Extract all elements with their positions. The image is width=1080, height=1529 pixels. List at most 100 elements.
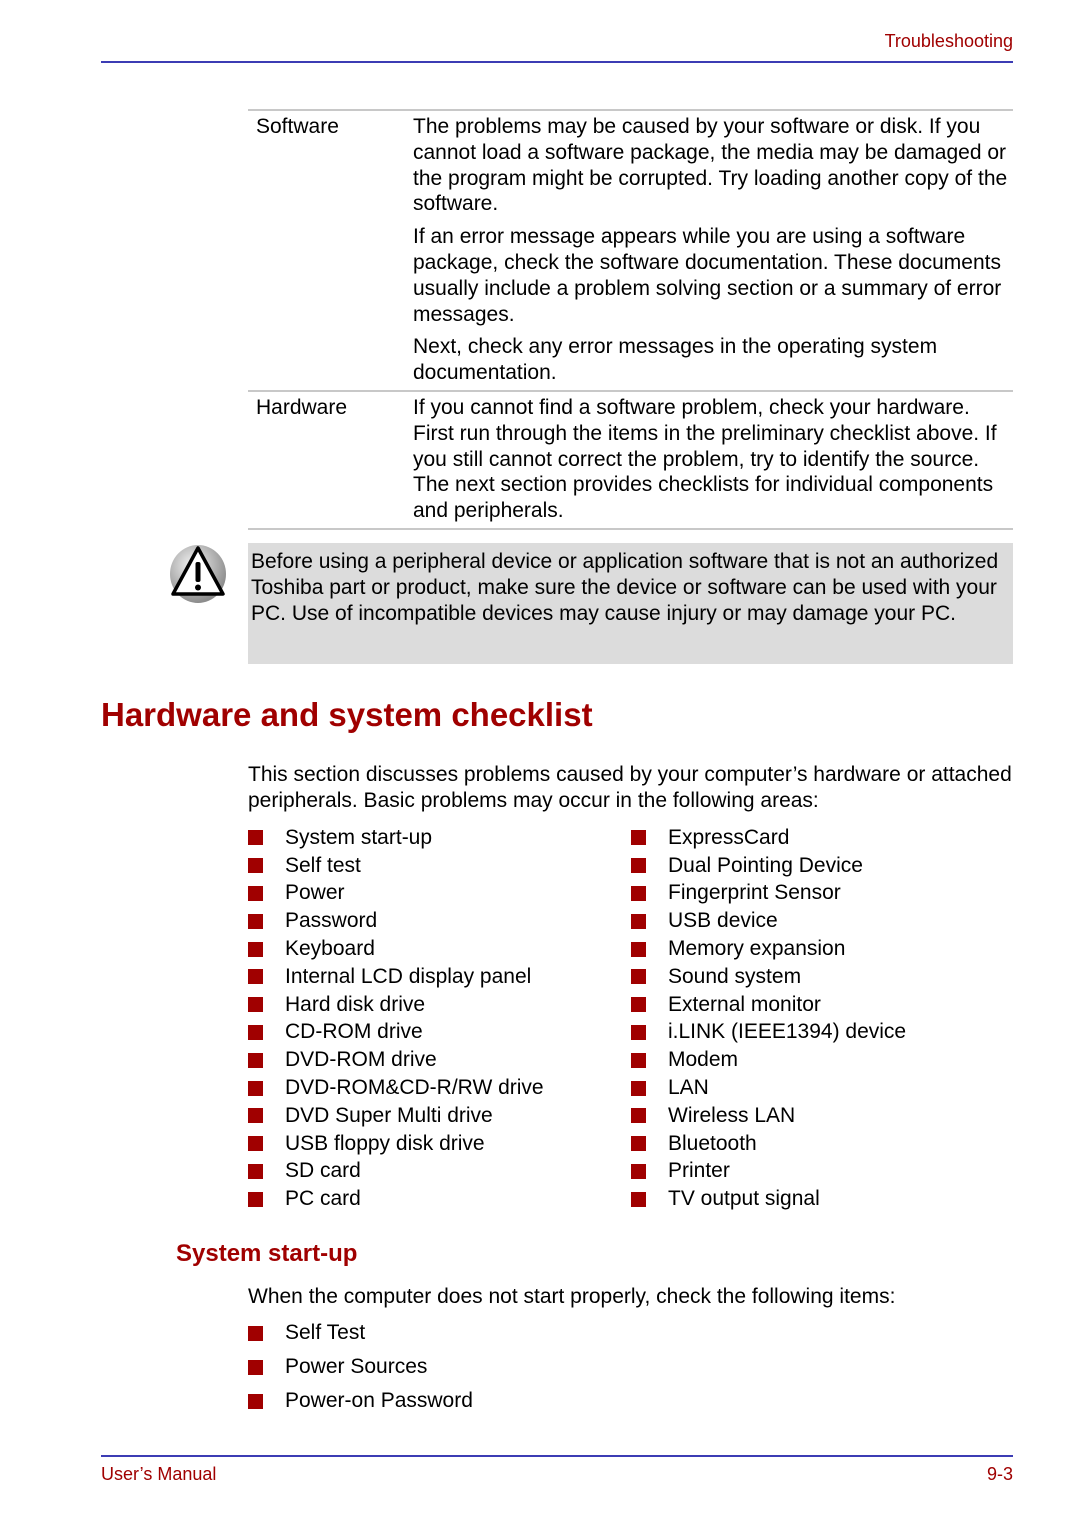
square-bullet-icon [631, 1108, 646, 1124]
square-bullet-icon [631, 1052, 646, 1068]
list-item-label: Password [285, 909, 378, 933]
square-bullet-icon [248, 1136, 263, 1152]
troubleshooting-table: Software The problems may be caused by y… [248, 109, 1013, 530]
square-bullet-icon [248, 1359, 263, 1375]
square-bullet-icon [248, 1325, 263, 1341]
square-bullet-icon [631, 1191, 646, 1207]
list-item-label: TV output signal [668, 1187, 820, 1211]
subsection-heading: System start-up [176, 1240, 358, 1267]
list-item: Fingerprint Sensor [631, 880, 906, 908]
list-item: Self test [248, 852, 544, 880]
list-item: Password [248, 907, 544, 935]
square-bullet-icon [248, 1108, 263, 1124]
square-bullet-icon [631, 969, 646, 985]
square-bullet-icon [631, 997, 646, 1013]
startup-checklist: Self Test Power Sources Power-on Password [248, 1316, 473, 1418]
list-item-label: Sound system [668, 964, 802, 988]
square-bullet-icon [248, 1080, 263, 1096]
list-item: System start-up [248, 824, 544, 852]
square-bullet-icon [631, 1163, 646, 1179]
square-bullet-icon [631, 941, 646, 957]
list-item: DVD-ROM drive [248, 1046, 544, 1074]
square-bullet-icon [631, 913, 646, 929]
list-item-label: Dual Pointing Device [668, 853, 863, 877]
row-label: Hardware [256, 395, 348, 419]
square-bullet-icon [631, 885, 646, 901]
list-item-label: PC card [285, 1187, 361, 1211]
list-item: Power-on Password [248, 1384, 473, 1418]
list-item: Internal LCD display panel [248, 963, 544, 991]
square-bullet-icon [248, 830, 263, 846]
footer-manual-title: User’s Manual [101, 1464, 217, 1484]
list-item-label: External monitor [668, 992, 821, 1016]
list-item-label: USB floppy disk drive [285, 1131, 485, 1155]
square-bullet-icon [248, 858, 263, 874]
square-bullet-icon [631, 830, 646, 846]
page-number: 9-3 [986, 1464, 1013, 1484]
warning-note: Before using a peripheral device or appl… [248, 543, 1013, 664]
list-item-label: Keyboard [285, 937, 375, 961]
table-row-software: Software The problems may be caused by y… [248, 109, 1013, 390]
section-heading: Hardware and system checklist [101, 696, 593, 733]
checklist-right: ExpressCard Dual Pointing Device Fingerpri… [631, 824, 906, 1213]
square-bullet-icon [631, 858, 646, 874]
paragraph: The problems may be caused by your softw… [413, 115, 1008, 216]
list-item-label: Power [285, 881, 345, 905]
square-bullet-icon [631, 1136, 646, 1152]
list-item-label: Self test [285, 853, 361, 877]
header-divider [101, 61, 1013, 63]
list-item: SD card [248, 1158, 544, 1186]
list-item: Bluetooth [631, 1130, 906, 1158]
warning-triangle-icon [168, 544, 228, 604]
square-bullet-icon [248, 969, 263, 985]
paragraph: If an error message appears while you ar… [413, 225, 1002, 326]
list-item: Sound system [631, 963, 906, 991]
table-row-hardware: Hardware If you cannot find a software p… [248, 389, 1013, 530]
row-description: If you cannot find a software problem, c… [413, 395, 1013, 524]
list-item: External monitor [631, 991, 906, 1019]
list-item-label: Memory expansion [668, 937, 846, 961]
list-item-label: DVD-ROM&CD-R/RW drive [285, 1076, 544, 1100]
list-item-label: DVD-ROM drive [285, 1048, 437, 1072]
list-item-label: ExpressCard [668, 825, 790, 849]
square-bullet-icon [631, 1024, 646, 1040]
square-bullet-icon [248, 1163, 263, 1179]
list-item-label: Wireless LAN [668, 1103, 796, 1127]
list-item-label: SD card [285, 1159, 361, 1183]
square-bullet-icon [248, 885, 263, 901]
square-bullet-icon [248, 1393, 263, 1409]
list-item-label: Internal LCD display panel [285, 964, 532, 988]
list-item-label: Power-on Password [285, 1389, 473, 1412]
list-item: Hard disk drive [248, 991, 544, 1019]
list-item-label: LAN [668, 1076, 709, 1100]
list-item: Modem [631, 1046, 906, 1074]
square-bullet-icon [248, 1191, 263, 1207]
list-item-label: Printer [668, 1159, 730, 1183]
list-item: Dual Pointing Device [631, 852, 906, 880]
checklist-left: System start-up Self test Power Password Key… [248, 824, 544, 1213]
square-bullet-icon [248, 997, 263, 1013]
section-intro: This section discusses problems caused b… [248, 763, 1012, 812]
running-header: Troubleshooting [884, 31, 1013, 51]
list-item-label: i.LINK (IEEE1394) device [668, 1020, 907, 1044]
list-item: TV output signal [631, 1185, 906, 1213]
list-item-label: USB device [668, 909, 778, 933]
paragraph: If you cannot find a software problem, c… [413, 395, 997, 523]
list-item-label: Power Sources [285, 1355, 428, 1378]
list-item: DVD-ROM&CD-R/RW drive [248, 1074, 544, 1102]
list-item: Self Test [248, 1316, 473, 1350]
square-bullet-icon [248, 1024, 263, 1040]
list-item: ExpressCard [631, 824, 906, 852]
paragraph: Next, check any error messages in the op… [413, 335, 938, 385]
list-item-label: Hard disk drive [285, 992, 426, 1016]
list-item: Printer [631, 1158, 906, 1186]
list-item-label: Modem [668, 1048, 739, 1072]
square-bullet-icon [248, 1052, 263, 1068]
list-item-label: DVD Super Multi drive [285, 1103, 493, 1127]
square-bullet-icon [248, 941, 263, 957]
list-item: LAN [631, 1074, 906, 1102]
row-label: Software [256, 115, 339, 138]
list-item-label: CD-ROM drive [285, 1020, 423, 1044]
list-item: PC card [248, 1185, 544, 1213]
list-item: Power [248, 880, 544, 908]
